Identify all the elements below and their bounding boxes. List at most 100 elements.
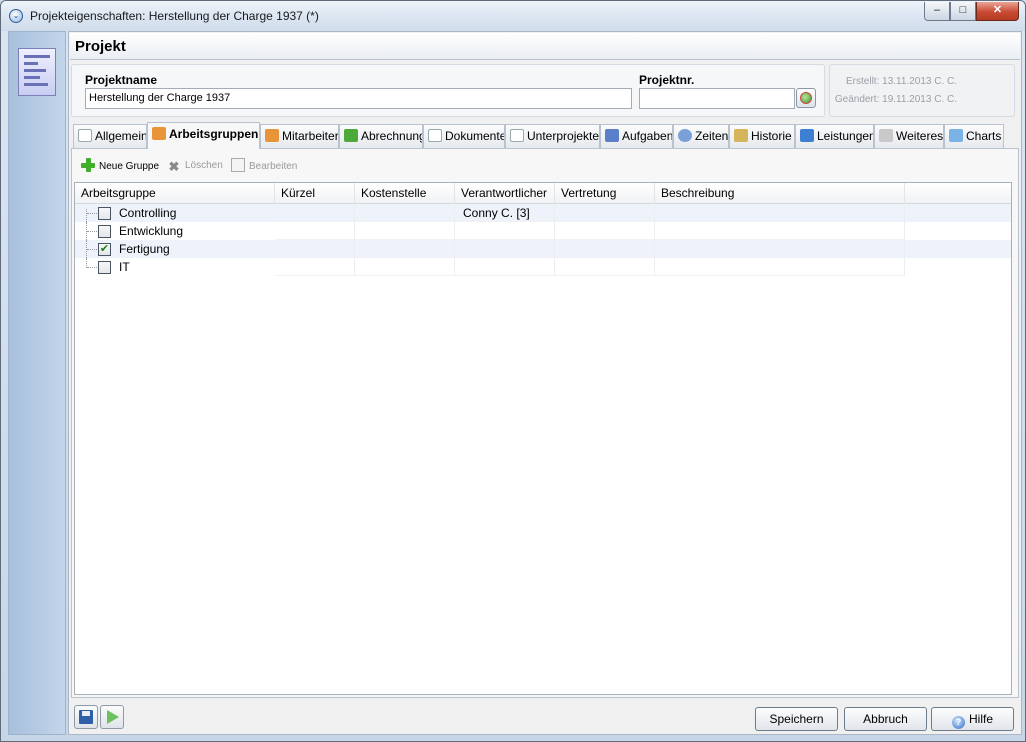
tab-label: Leistungen (817, 129, 874, 143)
tasks-icon (605, 129, 619, 142)
tab-label: Charts (966, 129, 1002, 143)
save-icon (79, 710, 93, 724)
save-button[interactable]: Speichern (755, 707, 838, 731)
tab-historie[interactable]: Historie (729, 124, 795, 148)
row-checkbox[interactable] (98, 261, 111, 274)
projektnr-field[interactable] (639, 88, 795, 109)
cancel-button[interactable]: Abbruch (844, 707, 927, 731)
cell-kostenstelle (355, 258, 455, 276)
projektname-field[interactable]: Herstellung der Charge 1937 (85, 88, 632, 109)
cell-kuerzel (275, 258, 355, 276)
section-header: Projekt (70, 33, 1020, 60)
tab-dokumente[interactable]: Dokumente (423, 124, 505, 148)
maximize-button[interactable]: □ (950, 2, 976, 21)
more-icon (879, 129, 893, 142)
column-header-kostenstelle[interactable]: Kostenstelle (355, 183, 455, 204)
help-button-label: Hilfe (968, 712, 993, 726)
column-header-vertretung[interactable]: Vertretung (555, 183, 655, 204)
tab-label: Unterprojekte (527, 129, 600, 143)
project-properties-window: ⌄ Projekteigenschaften: Herstellung der … (0, 0, 1026, 742)
cell-verantwortlicher (455, 222, 555, 240)
tab-mitarbeiter[interactable]: Mitarbeiter (260, 124, 339, 148)
minimize-button[interactable]: – (924, 2, 950, 21)
app-menu-icon[interactable]: ⌄ (9, 9, 23, 23)
cell-beschreibung (655, 204, 905, 222)
people-icon (265, 129, 279, 142)
cell-kuerzel (275, 204, 355, 222)
subproject-icon (510, 129, 524, 142)
tab-allgemein[interactable]: Allgemein (73, 124, 147, 148)
edit-label: Bearbeiten (249, 161, 298, 172)
cell-beschreibung (655, 258, 905, 276)
project-properties-icon (18, 48, 56, 96)
tree-branch (87, 249, 97, 250)
cancel-button-label: Abbruch (863, 712, 908, 726)
tab-label: Zeiten (695, 129, 729, 143)
cell-vertretung (555, 240, 655, 258)
delete-icon: ✖ (168, 159, 180, 174)
help-icon: ? (951, 716, 965, 729)
delete-button[interactable]: ✖ Löschen (167, 158, 223, 174)
tree-line (86, 209, 87, 222)
tree-branch (87, 231, 97, 232)
tab-bar: Allgemein Arbeitsgruppen Mitarbeiter Abr… (73, 122, 1017, 149)
save-icon-button[interactable] (74, 705, 98, 729)
cell-kuerzel (275, 240, 355, 258)
tab-arbeitsgruppen[interactable]: Arbeitsgruppen (147, 122, 260, 149)
groups-table[interactable]: Arbeitsgruppe Kürzel Kostenstelle Verant… (74, 182, 1012, 695)
cell-kostenstelle (355, 204, 455, 222)
run-icon-button[interactable] (100, 705, 124, 729)
group-icon (152, 127, 166, 140)
table-row[interactable]: IT (75, 258, 905, 276)
tab-abrechnung[interactable]: Abrechnung (339, 124, 423, 148)
column-header-kuerzel[interactable]: Kürzel (275, 183, 355, 204)
close-button[interactable]: ✕ (976, 2, 1019, 21)
play-icon (107, 710, 119, 724)
cell-beschreibung (655, 240, 905, 258)
tab-weiteres[interactable]: Weiteres (874, 124, 944, 148)
tab-leistungen[interactable]: Leistungen (795, 124, 874, 148)
document-icon (78, 129, 92, 142)
generate-number-button[interactable] (796, 88, 816, 108)
tab-unterprojekte[interactable]: Unterprojekte (505, 124, 600, 148)
window-controls: – □ ✕ (924, 2, 1019, 21)
services-icon (800, 129, 814, 142)
page-title: Projekt (75, 38, 126, 55)
tab-charts[interactable]: Charts (944, 124, 1004, 148)
help-button[interactable]: ? Hilfe (931, 707, 1014, 731)
meta-info: Erstellt: 13.11.2013 C. C. Geändert: 19.… (829, 64, 1015, 117)
group-name: Controlling (119, 206, 177, 220)
projektnr-label: Projektnr. (639, 73, 695, 87)
money-icon (344, 129, 358, 142)
plus-icon (81, 158, 95, 172)
generate-icon (800, 92, 812, 104)
tab-label: Dokumente (445, 129, 505, 143)
row-checkbox[interactable]: ✔ (98, 243, 111, 256)
row-checkbox[interactable] (98, 225, 111, 238)
cell-vertretung (555, 222, 655, 240)
tab-zeiten[interactable]: Zeiten (673, 124, 729, 148)
save-button-label: Speichern (769, 712, 824, 726)
tab-label: Arbeitsgruppen (169, 127, 259, 141)
new-group-button[interactable]: Neue Gruppe (81, 158, 159, 175)
cell-kostenstelle (355, 222, 455, 240)
modified-info: Geändert: 19.11.2013 C. C. (834, 94, 957, 105)
tab-aufgaben[interactable]: Aufgaben (600, 124, 673, 148)
cell-kuerzel (275, 222, 355, 240)
table-header: Arbeitsgruppe Kürzel Kostenstelle Verant… (75, 183, 1011, 204)
chart-icon (949, 129, 963, 142)
tab-label: Weiteres (896, 129, 944, 143)
column-header-beschreibung[interactable]: Beschreibung (655, 183, 905, 204)
tree-branch (87, 267, 97, 268)
table-row[interactable]: Entwicklung (75, 222, 905, 240)
title-bar[interactable]: ⌄ Projekteigenschaften: Herstellung der … (1, 1, 1025, 31)
table-row[interactable]: ✔ Fertigung (75, 240, 1011, 258)
row-checkbox[interactable] (98, 207, 111, 220)
column-header-verantwortlicher[interactable]: Verantwortlicher (455, 183, 555, 204)
delete-label: Löschen (185, 160, 223, 171)
column-header-arbeitsgruppe[interactable]: Arbeitsgruppe (75, 183, 275, 204)
edit-button[interactable]: Bearbeiten (231, 158, 297, 175)
cell-verantwortlicher (455, 258, 555, 276)
table-row[interactable]: Controlling Conny C. [3] (75, 204, 1011, 222)
edit-icon (231, 158, 245, 172)
